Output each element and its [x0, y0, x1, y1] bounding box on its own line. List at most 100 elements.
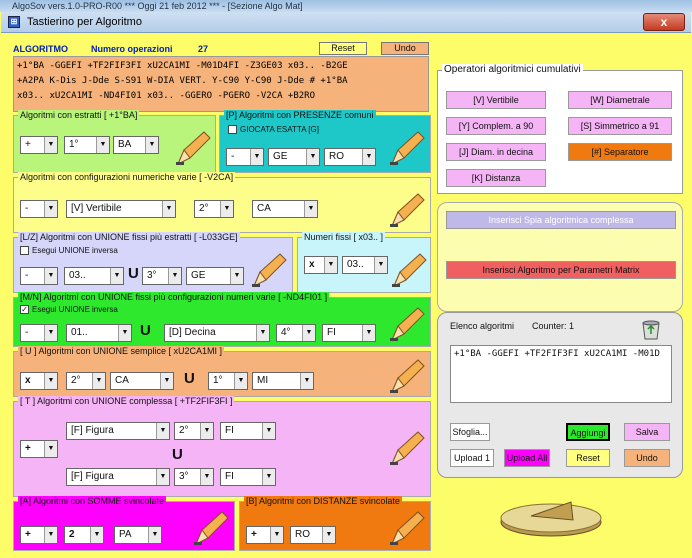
inserisci-spia-button[interactable]: Inserisci Spia algoritmica complessa: [446, 211, 676, 229]
select-value: -: [231, 151, 235, 162]
unione-config-num-select[interactable]: 01.. ▼: [66, 324, 132, 342]
unione-config-pos-select[interactable]: 4° ▼: [276, 324, 316, 342]
unione-complessa-r2-select[interactable]: FI ▼: [220, 468, 276, 486]
select-value: RO: [329, 151, 344, 162]
presenze-op-select[interactable]: - ▼: [226, 148, 264, 166]
estratti-ruota-select[interactable]: BA ▼: [113, 136, 159, 154]
fissi-num-select[interactable]: 03.. ▼: [342, 256, 388, 274]
fissi-legend: Numeri fissi [ x03.. ]: [302, 232, 386, 242]
elenco-reset-button[interactable]: Reset: [566, 449, 610, 467]
config-legend: Algoritmi con configurazioni numeriche v…: [18, 172, 236, 182]
chevron-down-icon: ▼: [262, 423, 275, 439]
unione-complessa-p1-select[interactable]: 2° ▼: [174, 422, 214, 440]
unione-config-op-select[interactable]: - ▼: [20, 324, 58, 342]
pencil-icon[interactable]: [388, 358, 426, 394]
config-pos-select[interactable]: 2° ▼: [194, 200, 234, 218]
unione-complessa-op-select[interactable]: + ▼: [20, 440, 58, 458]
config-tipo-select[interactable]: [V] Vertibile ▼: [66, 200, 176, 218]
presenze-r1-select[interactable]: GE ▼: [268, 148, 320, 166]
chevron-down-icon: ▼: [168, 268, 181, 284]
unione-complessa-group: [ T ] Algoritmi con UNIONE complessa [ +…: [13, 396, 431, 497]
estratti-pos-select[interactable]: 1° ▼: [64, 136, 110, 154]
unione-semplice-r1-select[interactable]: CA ▼: [110, 372, 174, 390]
unione-config-inversa-checkbox[interactable]: ✓ Esegui UNIONE inversa: [20, 305, 118, 315]
unione-fissi-ruota-select[interactable]: GE ▼: [186, 267, 244, 285]
code-line: +1°BA -GGEFI +TF2FIF3FI xU2CA1MI -M01D4F…: [17, 61, 348, 71]
unione-config-ruota-select[interactable]: FI ▼: [322, 324, 376, 342]
presenze-r2-select[interactable]: RO ▼: [324, 148, 376, 166]
unione-semplice-p1-select[interactable]: 2° ▼: [66, 372, 106, 390]
unione-fissi-num-select[interactable]: 03.. ▼: [64, 267, 124, 285]
op-diam-decina-button[interactable]: [J] Diam. in decina: [446, 143, 546, 161]
pencil-icon[interactable]: [388, 306, 426, 342]
unione-semplice-p2-select[interactable]: 1° ▼: [208, 372, 248, 390]
estratti-op-select[interactable]: + ▼: [20, 136, 58, 154]
recycle-bin-icon[interactable]: [638, 315, 664, 341]
unione-config-tipo-select[interactable]: [D] Decina ▼: [164, 324, 270, 342]
op-complem-button[interactable]: [Y] Complem. a 90: [446, 117, 546, 135]
fissi-op-select[interactable]: x ▼: [304, 256, 338, 274]
op-separatore-button[interactable]: [#] Separatore: [568, 143, 672, 161]
chevron-down-icon: ▼: [200, 469, 213, 485]
chevron-down-icon: ▼: [44, 201, 57, 217]
op-vertibile-button[interactable]: [V] Vertibile: [446, 91, 546, 109]
unione-complessa-t2-select[interactable]: [F] Figura ▼: [66, 468, 170, 486]
pencil-icon[interactable]: [390, 252, 428, 288]
checkbox-label: Esegui UNIONE inversa: [32, 246, 118, 255]
somme-ruota-select[interactable]: PA ▼: [114, 526, 162, 544]
op-diametrale-button[interactable]: [W] Diametrale: [568, 91, 672, 109]
salva-button[interactable]: Salva: [624, 423, 670, 441]
upload-all-button[interactable]: Upload All: [504, 449, 550, 467]
algorithm-code-text[interactable]: +1°BA -GGEFI +TF2FIF3FI xU2CA1MI -M01D4F…: [13, 56, 429, 112]
select-value: CA: [115, 375, 129, 386]
inserisci-matrix-button[interactable]: Inserisci Algoritmo per Parametri Matrix: [446, 261, 676, 279]
checkbox-box[interactable]: [228, 125, 237, 135]
header-reset-button[interactable]: Reset: [319, 42, 367, 55]
giocata-esatta-checkbox[interactable]: GIOCATA ESATTA [G]: [228, 125, 319, 135]
presenze-group: [P] Algoritmi con PRESENZE comuni GIOCAT…: [219, 110, 431, 173]
distanze-ruota-select[interactable]: RO ▼: [290, 526, 336, 544]
unione-fissi-op-select[interactable]: - ▼: [20, 267, 58, 285]
elenco-textarea[interactable]: +1°BA -GGEFI +TF2FIF3FI xU2CA1MI -M01D: [450, 345, 672, 403]
unione-semplice-r2-select[interactable]: MI ▼: [252, 372, 314, 390]
checkbox-box[interactable]: [20, 246, 29, 256]
pencil-icon[interactable]: [174, 130, 212, 166]
unione-complessa-r1-select[interactable]: FI ▼: [220, 422, 276, 440]
select-value: +: [25, 443, 31, 454]
config-ruota-select[interactable]: CA ▼: [252, 200, 318, 218]
unione-complessa-p2-select[interactable]: 3° ▼: [174, 468, 214, 486]
unione-fissi-pos-select[interactable]: 3° ▼: [142, 267, 182, 285]
somme-num-select[interactable]: 2 ▼: [64, 526, 104, 544]
sfoglia-button[interactable]: Sfoglia...: [450, 423, 490, 441]
unione-fissi-legend: [L/Z] Algoritmi con UNIONE fissi più est…: [18, 232, 240, 242]
unione-complessa-t1-select[interactable]: [F] Figura ▼: [66, 422, 170, 440]
pencil-icon[interactable]: [250, 252, 288, 288]
header-undo-button[interactable]: Undo: [381, 42, 429, 55]
elenco-undo-button[interactable]: Undo: [624, 449, 670, 467]
close-button[interactable]: x: [643, 13, 685, 31]
select-value: FI: [327, 327, 336, 338]
select-value: 03..: [347, 259, 364, 270]
chevron-down-icon: ▼: [160, 373, 173, 389]
union-symbol: U: [172, 446, 183, 463]
dialog-title: Tastierino per Algoritmo: [27, 16, 142, 28]
pencil-icon[interactable]: [388, 430, 426, 466]
pencil-icon[interactable]: [388, 510, 426, 546]
distanze-op-select[interactable]: + ▼: [246, 526, 284, 544]
upload1-button[interactable]: Upload 1: [450, 449, 494, 467]
unione-semplice-op-select[interactable]: x ▼: [20, 372, 58, 390]
checkbox-box[interactable]: ✓: [20, 305, 29, 315]
chevron-down-icon: ▼: [110, 268, 123, 284]
pencil-icon[interactable]: [388, 130, 426, 166]
pencil-icon[interactable]: [192, 510, 230, 546]
select-value: +: [251, 529, 257, 540]
op-simmetrico-button[interactable]: [S] Simmetrico a 91: [568, 117, 672, 135]
aggiungi-button[interactable]: Aggiungi: [566, 423, 610, 441]
pencil-icon[interactable]: [388, 192, 426, 228]
dialog-titlebar: ⊞ Tastierino per Algoritmo x: [1, 12, 691, 33]
config-op-select[interactable]: - ▼: [20, 200, 58, 218]
somme-op-select[interactable]: + ▼: [20, 526, 58, 544]
unione-inversa-checkbox[interactable]: Esegui UNIONE inversa: [20, 246, 118, 256]
chevron-down-icon: ▼: [118, 325, 131, 341]
op-distanza-button[interactable]: [K] Distanza: [446, 169, 546, 187]
